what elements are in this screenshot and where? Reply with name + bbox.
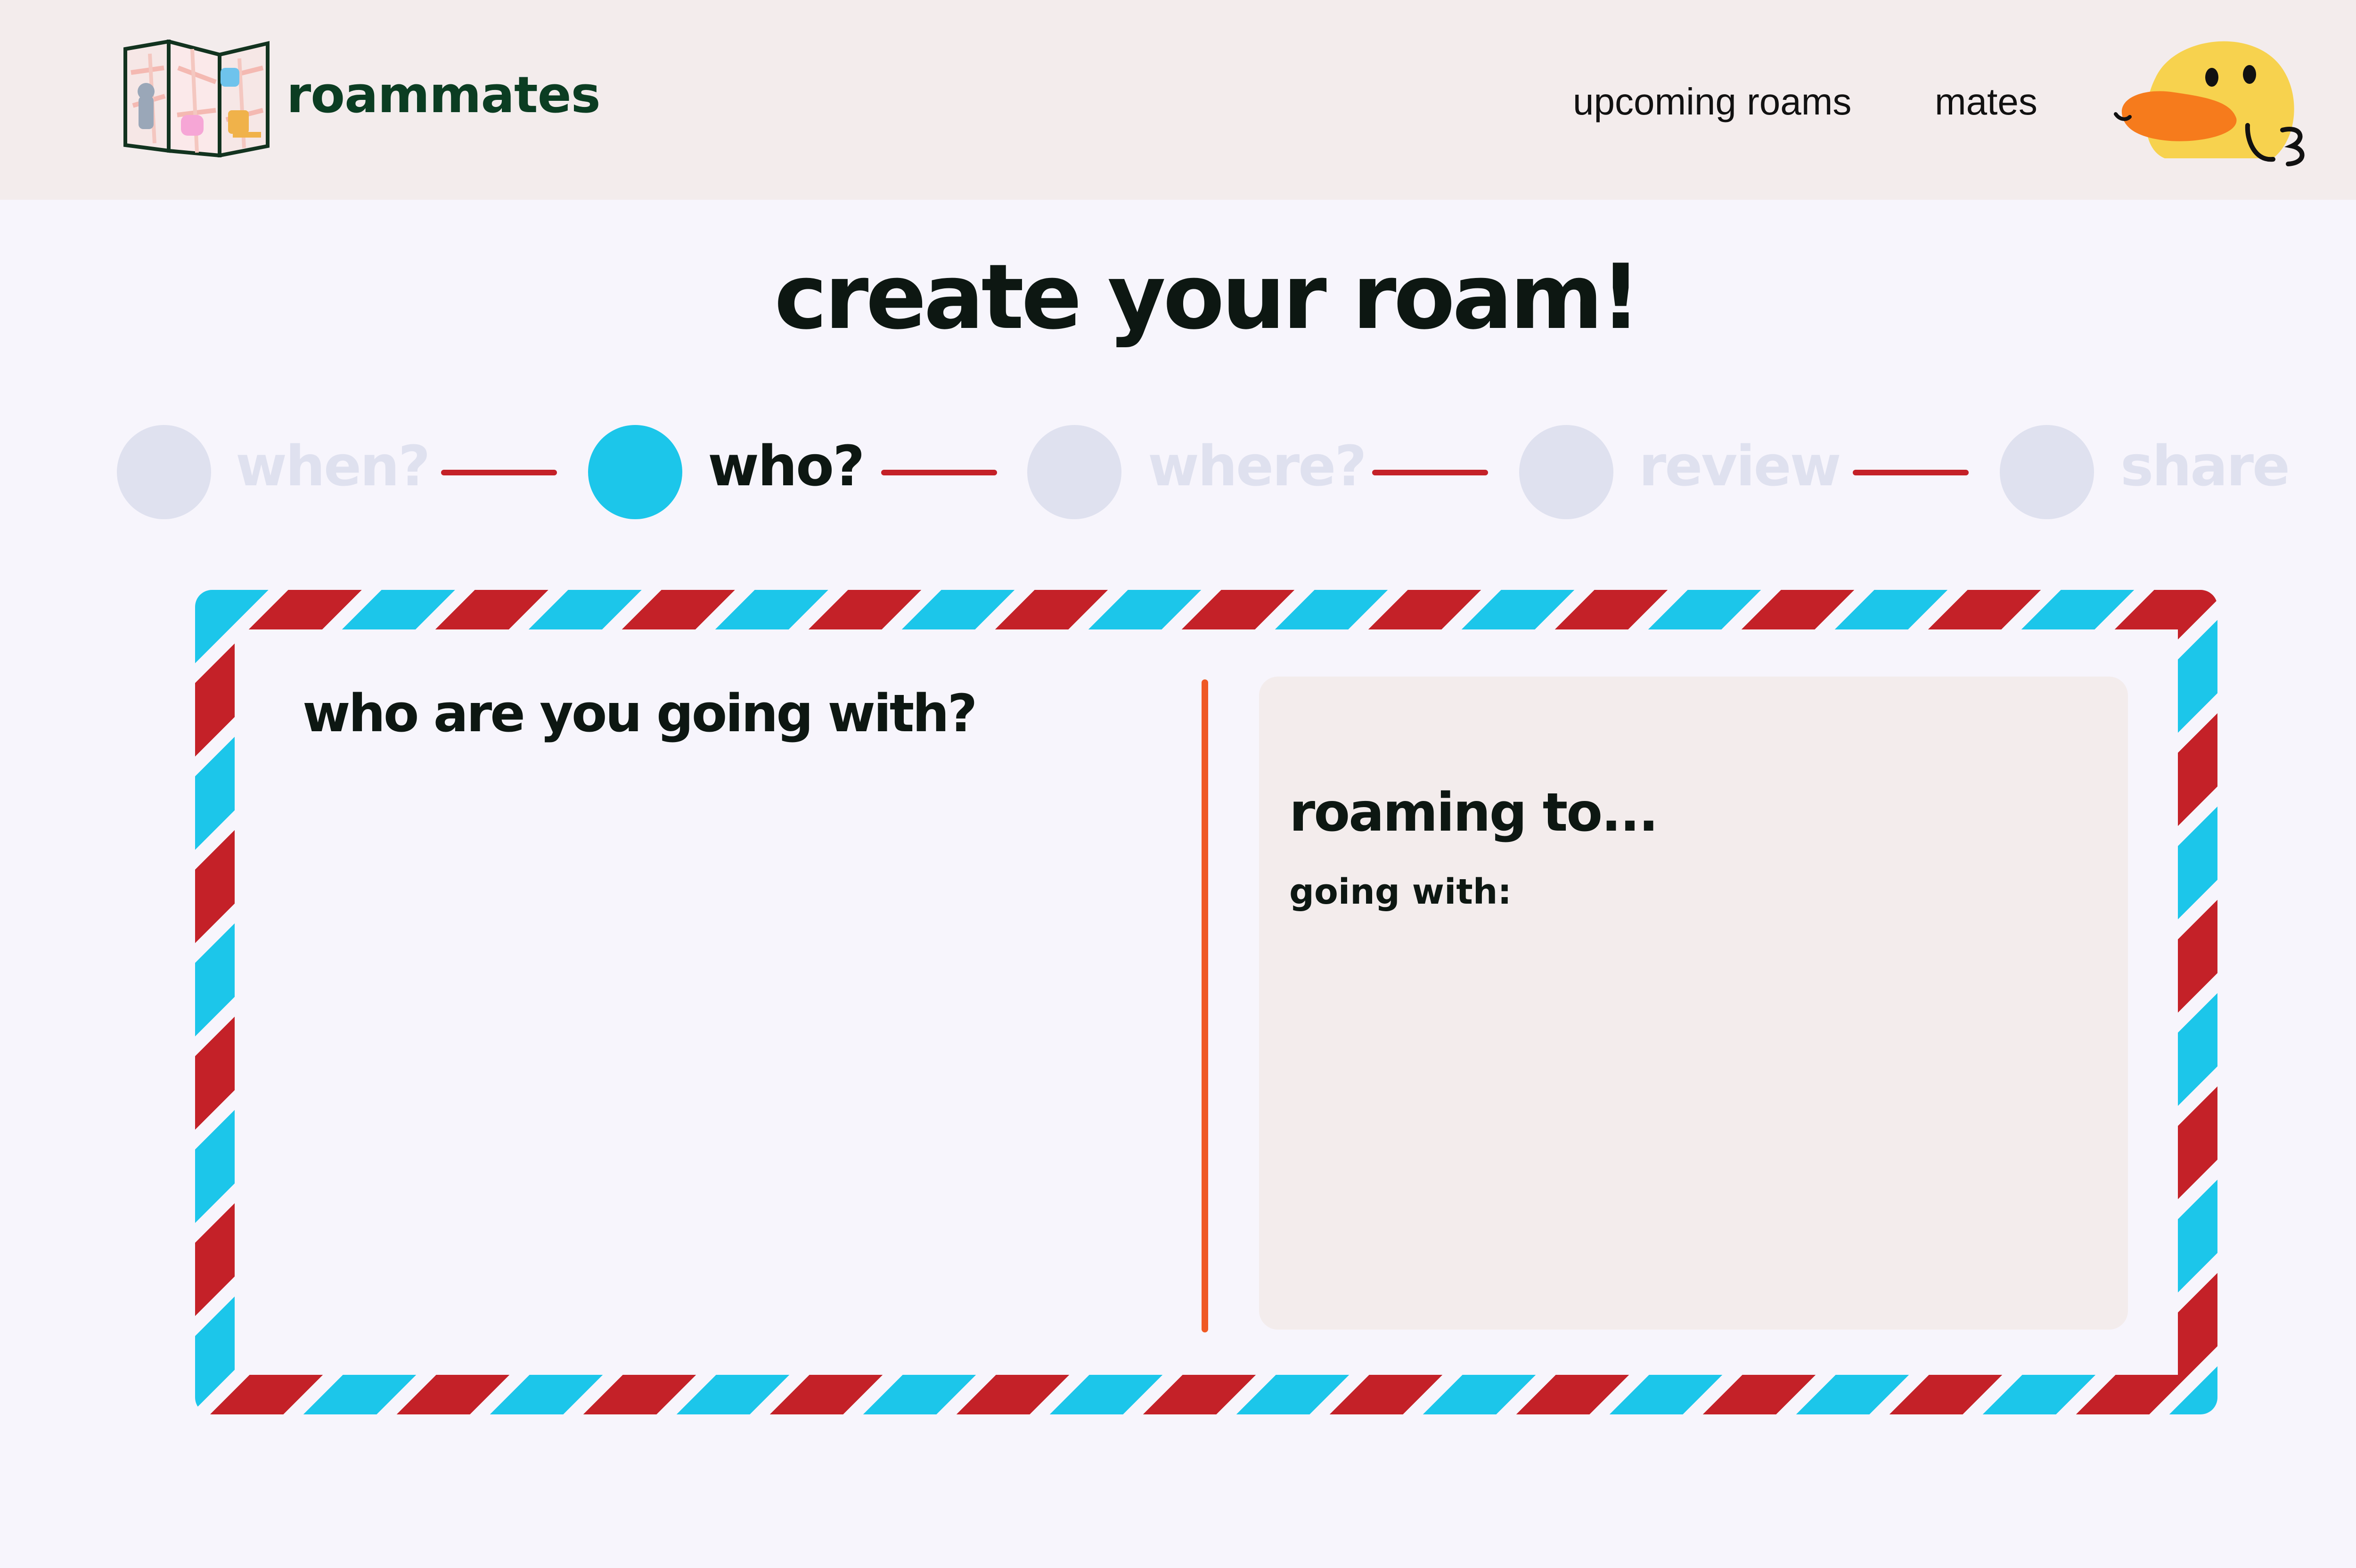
step-share-circle[interactable] <box>2000 425 2094 519</box>
top-header: roammates upcoming roams mates <box>0 0 2356 200</box>
step-connector <box>1853 470 1969 475</box>
folded-map-icon[interactable] <box>122 39 272 158</box>
vertical-divider <box>1202 679 1208 1332</box>
duck-avatar-icon[interactable] <box>2113 31 2320 172</box>
step-connector <box>881 470 997 475</box>
nav-mates[interactable]: mates <box>1935 80 2037 123</box>
step-connector <box>1372 470 1488 475</box>
app-logo-text[interactable]: roammates <box>286 66 601 124</box>
roam-summary-panel <box>1259 677 2128 1330</box>
page-title: create your roam! <box>774 245 1641 349</box>
summary-roaming-to: roaming to... <box>1289 782 1659 843</box>
step-connector <box>441 470 557 475</box>
step-when-label[interactable]: when? <box>236 433 431 498</box>
nav-upcoming-roams[interactable]: upcoming roams <box>1573 80 1851 123</box>
step-share-label[interactable]: share <box>2120 433 2290 498</box>
step-who-label[interactable]: who? <box>708 433 865 498</box>
who-question-heading: who are you going with? <box>303 683 977 743</box>
step-where-circle[interactable] <box>1027 425 1121 519</box>
step-who-circle[interactable] <box>588 425 682 519</box>
summary-going-with-label: going with: <box>1289 872 1512 912</box>
step-review-circle[interactable] <box>1519 425 1613 519</box>
step-review-label[interactable]: review <box>1639 433 1841 498</box>
step-where-label[interactable]: where? <box>1148 433 1367 498</box>
step-when-circle[interactable] <box>117 425 211 519</box>
